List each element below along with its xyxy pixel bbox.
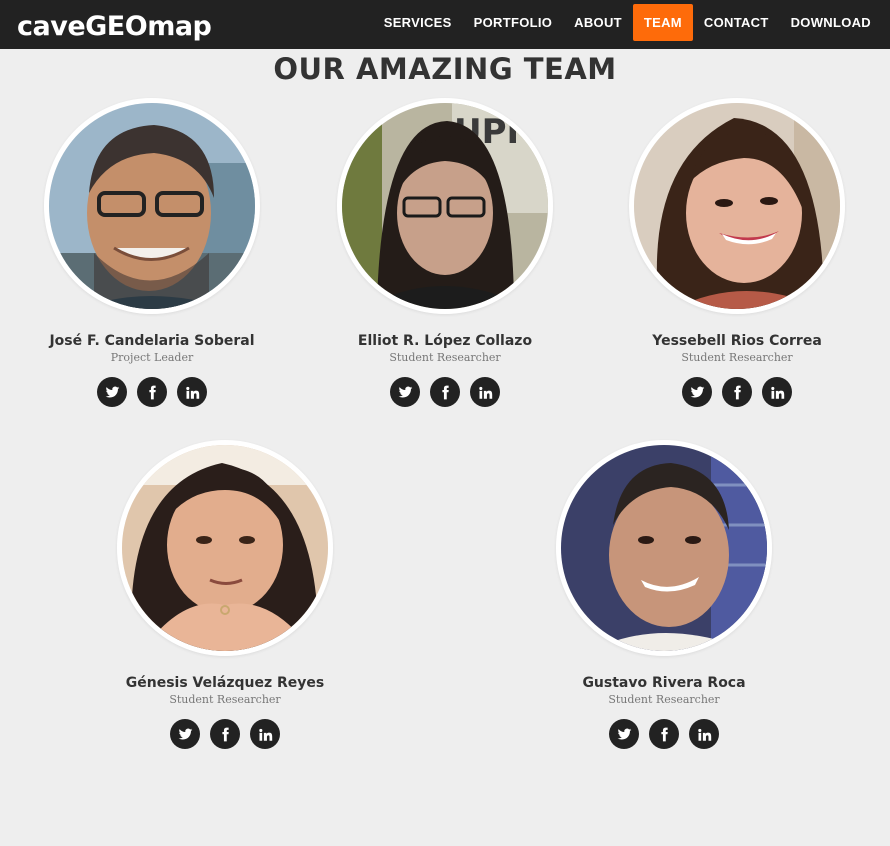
social-links <box>95 719 355 749</box>
linkedin-icon[interactable] <box>250 719 280 749</box>
nav-team[interactable]: TEAM <box>632 4 693 41</box>
member-role: Student Researcher <box>389 351 501 364</box>
section-title: OUR AMAZING TEAM <box>273 52 617 86</box>
nav-contact[interactable]: CONTACT <box>693 4 780 41</box>
member-role: Student Researcher <box>681 351 793 364</box>
twitter-icon[interactable] <box>97 377 127 407</box>
team-member-card: Génesis Velázquez Reyes Student Research… <box>95 440 355 749</box>
linkedin-icon[interactable] <box>177 377 207 407</box>
team-member-card: José F. Candelaria Soberal Project Leade… <box>22 98 282 407</box>
nav-portfolio[interactable]: PORTFOLIO <box>463 4 564 41</box>
member-photo: UPI <box>337 98 553 314</box>
facebook-icon[interactable] <box>430 377 460 407</box>
linkedin-icon[interactable] <box>470 377 500 407</box>
member-name: José F. Candelaria Soberal <box>49 333 255 349</box>
social-links <box>534 719 794 749</box>
member-name: Gustavo Rivera Roca <box>582 675 746 691</box>
team-member-card: UPI Elliot R. López Collazo Student Rese… <box>315 98 575 407</box>
nav-menu: SERVICES PORTFOLIO ABOUT TEAM CONTACT DO… <box>373 4 882 41</box>
team-member-card: Yessebell Rios Correa Student Researcher <box>607 98 867 407</box>
facebook-icon[interactable] <box>722 377 752 407</box>
member-role: Student Researcher <box>169 693 281 706</box>
facebook-icon[interactable] <box>649 719 679 749</box>
member-photo <box>44 98 260 314</box>
member-photo <box>629 98 845 314</box>
member-name: Génesis Velázquez Reyes <box>125 675 325 691</box>
member-photo <box>556 440 772 656</box>
nav-download[interactable]: DOWNLOAD <box>780 4 882 41</box>
brand-logo[interactable]: caveGEOmap <box>17 7 212 47</box>
facebook-icon[interactable] <box>137 377 167 407</box>
linkedin-icon[interactable] <box>689 719 719 749</box>
nav-about[interactable]: ABOUT <box>563 4 633 41</box>
linkedin-icon[interactable] <box>762 377 792 407</box>
member-name: Yessebell Rios Correa <box>652 333 822 349</box>
twitter-icon[interactable] <box>170 719 200 749</box>
social-links <box>607 377 867 407</box>
twitter-icon[interactable] <box>390 377 420 407</box>
facebook-icon[interactable] <box>210 719 240 749</box>
member-role: Student Researcher <box>608 693 720 706</box>
navbar: caveGEOmap SERVICES PORTFOLIO ABOUT TEAM… <box>0 0 890 49</box>
twitter-icon[interactable] <box>682 377 712 407</box>
member-role: Project Leader <box>110 351 194 364</box>
social-links <box>315 377 575 407</box>
team-member-card: Gustavo Rivera Roca Student Researcher <box>534 440 794 749</box>
nav-services[interactable]: SERVICES <box>373 4 463 41</box>
twitter-icon[interactable] <box>609 719 639 749</box>
social-links <box>22 377 282 407</box>
member-name: Elliot R. López Collazo <box>357 333 533 349</box>
member-photo <box>117 440 333 656</box>
